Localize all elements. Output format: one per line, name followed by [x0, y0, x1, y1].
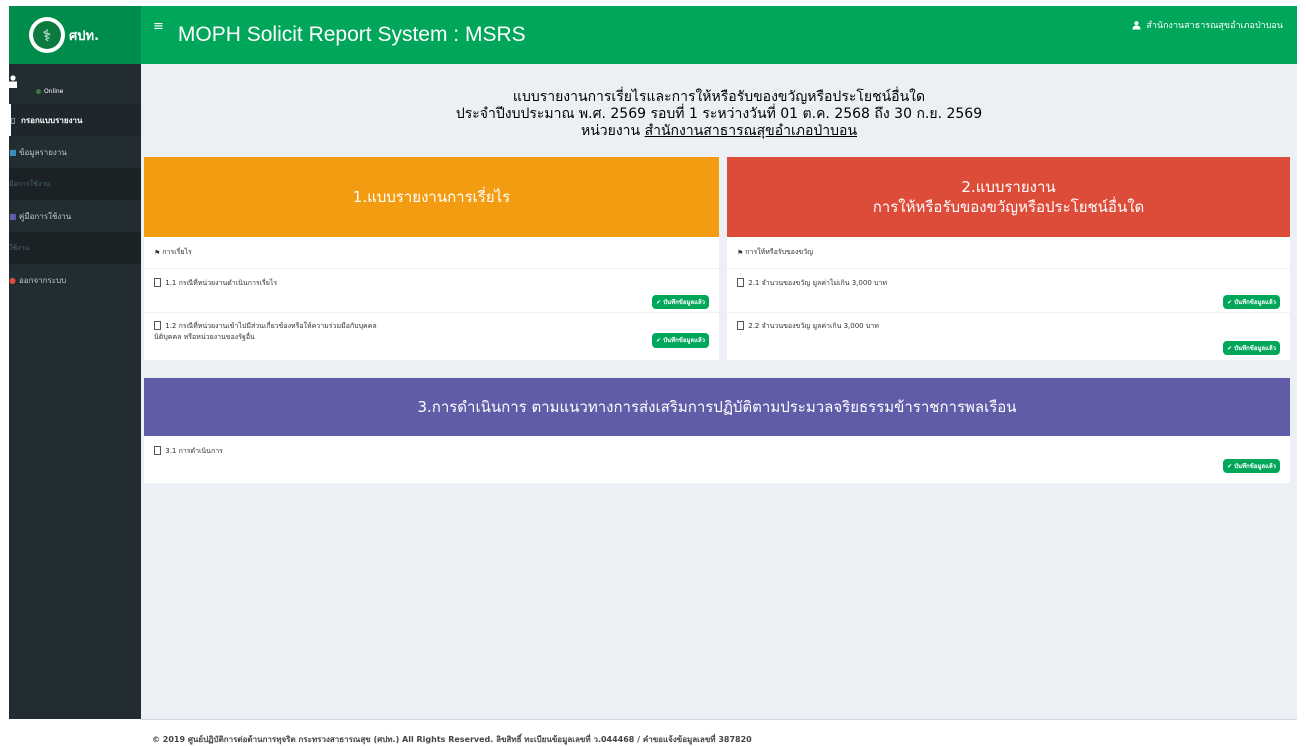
- panel-3-title: 3.การดำเนินการ ตามแนวทางการส่งเสริมการปฏ…: [417, 398, 1017, 416]
- panel-1-title: 1.แบบรายงานการเรี่ยไร: [352, 188, 511, 206]
- book-icon: ■: [9, 211, 17, 221]
- panel-2-banner: 2.แบบรายงาน การให้หรือรับของขวัญหรือประโ…: [727, 157, 1290, 237]
- report-title: แบบรายงานการเรี่ยไรและการให้หรือรับของขว…: [512, 89, 926, 105]
- panel-1-subheading: ⚑ การเรี่ยไร: [144, 237, 719, 269]
- sidebar-item-label: ออกจากระบบ: [19, 275, 67, 285]
- item-label: 1.2 กรณีที่หน่วยงานเข้าไปมีส่วนเกี่ยวข้อ…: [165, 322, 377, 330]
- saved-badge[interactable]: ✔ บันทึกข้อมูลแล้ว: [1223, 341, 1280, 355]
- user-menu[interactable]: สำนักงานสาธารณสุขอำเภอป่าบอน: [1132, 18, 1283, 32]
- user-icon: [1132, 21, 1141, 30]
- document-icon: [154, 446, 161, 455]
- unit-name: สำนักงานสาธารณสุขอำเภอป่าบอน: [644, 123, 858, 139]
- footer: © 2019 ศูนย์ปฏิบัติการต่อต้านการทุจริต ก…: [141, 719, 1297, 746]
- user-name: สำนักงานสาธารณสุขอำเภอป่าบอน: [1146, 21, 1283, 31]
- sidebar-header-label: มือการใช้งาน: [9, 179, 51, 188]
- user-panel: Online: [9, 64, 141, 104]
- logo-area[interactable]: ⚕ ศปท.: [9, 6, 141, 64]
- sidebar-item-label: กรอกแบบรายงาน: [21, 115, 83, 125]
- moph-logo-icon: ⚕: [29, 17, 65, 53]
- footer-copyright: © 2019 ศูนย์ปฏิบัติการต่อต้านการทุจริต ก…: [152, 735, 752, 744]
- report-unit: หน่วยงาน สำนักงานสาธารณสุขอำเภอป่าบอน: [141, 123, 1297, 140]
- left-margin: [0, 0, 9, 746]
- main-content: แบบรายงานการเรี่ยไรและการให้หรือรับของขว…: [141, 64, 1297, 719]
- document-icon: [737, 321, 744, 330]
- saved-badge[interactable]: ✔ บันทึกข้อมูลแล้ว: [1223, 459, 1280, 473]
- report-period: ประจำปีงบประมาณ พ.ศ. 2569 รอบที่ 1 ระหว่…: [455, 106, 983, 122]
- avatar-icon: [9, 75, 17, 88]
- report-item-3-1[interactable]: 3.1 การดำเนินการ ✔ บันทึกข้อมูลแล้ว: [144, 436, 1290, 483]
- logo-text: ศปท.: [69, 28, 100, 44]
- sidebar: Online ▯ กรอกแบบรายงาน ■ ข้อมูลรายงาน มื…: [9, 64, 141, 719]
- grid-icon: ■: [9, 147, 17, 157]
- app-title: MOPH Solicit Report System : MSRS: [177, 23, 526, 46]
- document-icon: [154, 321, 161, 330]
- panel-gift-report: 2.แบบรายงาน การให้หรือรับของขวัญหรือประโ…: [727, 157, 1290, 360]
- saved-badge[interactable]: ✔ บันทึกข้อมูลแล้ว: [1223, 295, 1280, 309]
- logo-emblem: ⚕: [33, 21, 61, 49]
- panel-3-banner: 3.การดำเนินการ ตามแนวทางการส่งเสริมการปฏ…: [144, 378, 1290, 436]
- document-icon: [737, 278, 744, 287]
- online-label: Online: [44, 88, 64, 95]
- panel-2-title-line1: 2.แบบรายงาน: [961, 178, 1056, 196]
- sidebar-header-usage: ใช้งาน: [9, 232, 141, 264]
- item-label: 2.1 จำนวนของขวัญ มูลค่าไม่เกิน 3,000 บาท: [748, 279, 887, 287]
- report-item-1-1[interactable]: 1.1 กรณีที่หน่วยงานดำเนินการเรี่ยไร ✔ บั…: [144, 269, 719, 313]
- menu-toggle-icon[interactable]: ≡: [153, 19, 164, 34]
- online-dot-icon: [36, 89, 41, 94]
- item-label: 3.1 การดำเนินการ: [165, 447, 223, 455]
- online-status: Online: [36, 88, 63, 95]
- report-item-2-1[interactable]: 2.1 จำนวนของขวัญ มูลค่าไม่เกิน 3,000 บาท…: [727, 269, 1290, 313]
- item-label-cont: นิติบุคคล หรือหน่วยงานของรัฐอื่น: [154, 333, 255, 341]
- page: ⚕ ศปท. ≡ MOPH Solicit Report System : MS…: [0, 0, 1306, 746]
- sidebar-header-label: ใช้งาน: [9, 243, 30, 252]
- top-header: ⚕ ศปท. ≡ MOPH Solicit Report System : MS…: [9, 6, 1297, 64]
- sidebar-item-label: ข้อมูลรายงาน: [19, 147, 67, 157]
- subheading-label: การเรี่ยไร: [162, 248, 192, 256]
- sidebar-item-label: คู่มือการใช้งาน: [19, 211, 72, 221]
- report-heading: แบบรายงานการเรี่ยไรและการให้หรือรับของขว…: [141, 64, 1297, 140]
- panel-1-banner: 1.แบบรายงานการเรี่ยไร: [144, 157, 719, 237]
- saved-badge[interactable]: ✔ บันทึกข้อมูลแล้ว: [652, 333, 709, 348]
- panel-ethics-action: 3.การดำเนินการ ตามแนวทางการส่งเสริมการปฏ…: [144, 378, 1290, 483]
- sidebar-item-logout[interactable]: ● ออกจากระบบ: [9, 264, 141, 296]
- report-item-1-2[interactable]: 1.2 กรณีที่หน่วยงานเข้าไปมีส่วนเกี่ยวข้อ…: [144, 313, 719, 359]
- file-icon: ▯: [11, 115, 16, 125]
- saved-badge[interactable]: ✔ บันทึกข้อมูลแล้ว: [652, 295, 709, 309]
- sidebar-item-manual[interactable]: ■ คู่มือการใช้งาน: [9, 200, 141, 232]
- logout-icon: ●: [9, 275, 16, 285]
- flag-icon: ⚑: [154, 248, 161, 257]
- subheading-label: การให้หรือรับของขวัญ: [745, 248, 814, 256]
- sidebar-header-manual: มือการใช้งาน: [9, 168, 141, 200]
- sidebar-item-report-data[interactable]: ■ ข้อมูลรายงาน: [9, 136, 141, 168]
- sidebar-item-fill-report[interactable]: ▯ กรอกแบบรายงาน: [9, 104, 141, 136]
- item-label: 1.1 กรณีที่หน่วยงานดำเนินการเรี่ยไร: [165, 279, 278, 287]
- flag-icon: ⚑: [737, 248, 744, 257]
- unit-prefix: หน่วยงาน: [580, 123, 641, 139]
- document-icon: [154, 278, 161, 287]
- panel-solicit-report: 1.แบบรายงานการเรี่ยไร ⚑ การเรี่ยไร 1.1 ก…: [144, 157, 719, 360]
- item-label: 2.2 จำนวนของขวัญ มูลค่าเกิน 3,000 บาท: [748, 322, 879, 330]
- report-item-2-2[interactable]: 2.2 จำนวนของขวัญ มูลค่าเกิน 3,000 บาท ✔ …: [727, 313, 1290, 359]
- panel-2-subheading: ⚑ การให้หรือรับของขวัญ: [727, 237, 1290, 269]
- panel-2-title-line2: การให้หรือรับของขวัญหรือประโยชน์อื่นใด: [872, 198, 1145, 216]
- right-margin: [1297, 0, 1306, 746]
